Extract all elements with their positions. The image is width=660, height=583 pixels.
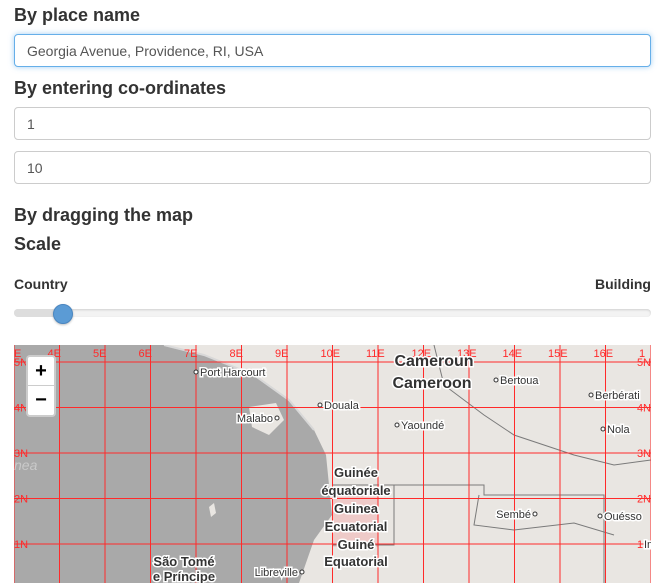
map-zoom-control: + − <box>26 355 56 417</box>
place-name-input[interactable] <box>14 34 651 67</box>
longitude-label: 7E <box>184 348 197 360</box>
city-dot <box>317 402 323 408</box>
longitude-label: 8E <box>230 348 243 360</box>
country-label: Cameroun <box>394 353 473 370</box>
scale-heading: Scale <box>14 234 62 254</box>
latitude-label-left: 2N <box>14 494 28 506</box>
place-name-heading: By place name <box>14 5 141 25</box>
scale-slider-track[interactable] <box>14 309 651 317</box>
country-label: Guinée <box>334 465 378 480</box>
place-label: Im <box>644 539 651 551</box>
country-label: e Príncipe <box>153 569 215 583</box>
drag-map-heading: By dragging the map <box>14 205 194 225</box>
place-label: Yaoundé <box>401 420 444 432</box>
place-label: Ouésso <box>604 511 642 523</box>
longitude-label: 6E <box>139 348 152 360</box>
city-dot <box>597 513 603 519</box>
longitude-label: 5E <box>93 348 106 360</box>
country-label: Ecuatorial <box>325 519 388 534</box>
place-label: Nola <box>607 424 631 436</box>
city-dot <box>600 426 606 432</box>
coordinates-heading: By entering co-ordinates <box>14 78 227 98</box>
longitude-label: 9E <box>275 348 288 360</box>
city-dot <box>493 377 499 383</box>
map[interactable]: E 4E 5E 6E 7E 8E 9E 10E 11E 12E 13E 14E 15E 16E 1 5N 5N 4… <box>14 345 651 583</box>
scale-min-label: Country <box>14 276 68 292</box>
zoom-out-button[interactable]: − <box>28 386 54 415</box>
longitude-label: 10E <box>321 348 341 360</box>
map-sea-label: nea <box>14 457 38 473</box>
latitude-label-left: 1N <box>14 539 28 551</box>
latitude-label-right: 5N <box>637 357 651 369</box>
place-label: Sembé <box>496 509 531 521</box>
place-label: Port Harcourt <box>200 367 265 379</box>
country-label: Cameroon <box>392 375 471 392</box>
latitude-label-right: 2N <box>637 494 651 506</box>
city-dot <box>193 369 199 375</box>
map-canvas[interactable]: E 4E 5E 6E 7E 8E 9E 10E 11E 12E 13E 14E 15E 16E 15N 5N4… <box>14 345 651 583</box>
country-label: Guiné <box>338 537 375 552</box>
place-label: Libreville <box>255 567 298 579</box>
country-label: Equatorial <box>324 554 388 569</box>
place-label: Berbérati <box>595 390 640 402</box>
city-dot <box>588 392 594 398</box>
place-label: Douala <box>324 400 360 412</box>
scale-slider-handle[interactable] <box>53 304 74 324</box>
longitude-label: 15E <box>548 348 568 360</box>
longitude-label: 16E <box>594 348 614 360</box>
longitude-label: 11E <box>366 348 385 360</box>
country-label: Guinea <box>334 501 379 516</box>
latitude-label-right: 3N <box>637 448 651 460</box>
latitude-input[interactable] <box>14 107 651 140</box>
city-dot <box>274 415 280 421</box>
longitude-input[interactable] <box>14 151 651 184</box>
zoom-in-button[interactable]: + <box>28 357 54 386</box>
latitude-label-right: 4N <box>637 403 651 415</box>
city-dot <box>299 569 305 575</box>
country-label: équatoriale <box>321 483 390 498</box>
longitude-label: 14E <box>503 348 523 360</box>
city-dot <box>394 422 400 428</box>
app-root: By place name By entering co-ordinates B… <box>0 0 660 583</box>
place-label: Malabo <box>237 413 273 425</box>
city-dot <box>532 511 538 517</box>
place-label: Bertoua <box>500 375 539 387</box>
country-label: São Tomé <box>153 554 214 569</box>
scale-max-label: Building <box>595 276 651 292</box>
